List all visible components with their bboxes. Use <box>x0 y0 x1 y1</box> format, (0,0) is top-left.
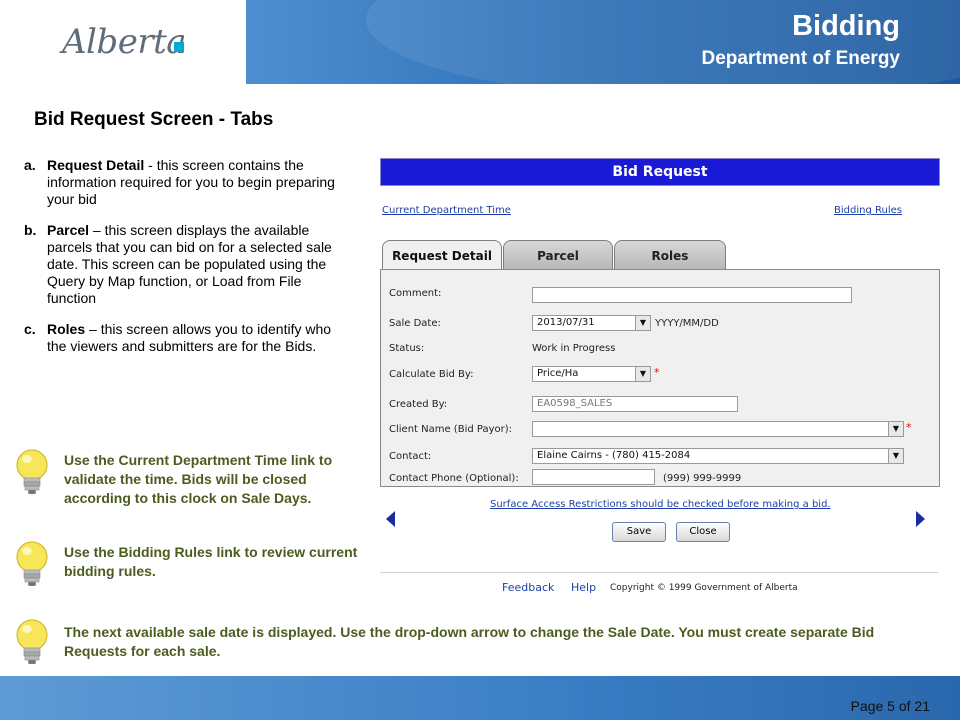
current-department-time-link[interactable]: Current Department Time <box>382 205 511 216</box>
chevron-down-icon[interactable]: ▼ <box>635 367 650 381</box>
sale-date-select[interactable]: 2013/07/31 ▼ <box>532 315 651 331</box>
list-item: c. Roles – this screen allows you to ide… <box>24 321 354 355</box>
sale-date-value: 2013/07/31 <box>537 317 595 328</box>
created-by-label: Created By: <box>389 399 448 410</box>
contact-phone-label: Contact Phone (Optional): <box>389 473 519 484</box>
bid-request-screen: Bid Request Current Department Time Bidd… <box>380 158 940 598</box>
next-arrow-icon[interactable] <box>916 511 925 527</box>
save-button[interactable]: Save <box>612 522 666 542</box>
contact-label: Contact: <box>389 451 432 462</box>
tab-roles[interactable]: Roles <box>614 240 726 269</box>
list-letter: a. <box>24 157 36 173</box>
list-letter: b. <box>24 222 37 238</box>
tip-current-time: Use the Current Department Time link to … <box>64 452 333 506</box>
slide-header: Alberta Bidding Department of Energy <box>0 0 960 84</box>
tab-parcel[interactable]: Parcel <box>503 240 613 269</box>
calculate-bid-select[interactable]: Price/Ha ▼ <box>532 366 651 382</box>
list-item-name: Request Detail <box>47 157 145 173</box>
status-value: Work in Progress <box>532 343 616 354</box>
list-item: a. Request Detail - this screen contains… <box>24 157 354 208</box>
contact-phone-format: (999) 999-9999 <box>663 473 742 484</box>
chevron-down-icon[interactable]: ▼ <box>635 316 650 330</box>
required-mark: * <box>654 366 660 379</box>
previous-arrow-icon[interactable] <box>386 511 395 527</box>
help-link[interactable]: Help <box>571 581 596 594</box>
page-number: Page 5 of 21 <box>850 698 930 714</box>
calculate-bid-label: Calculate Bid By: <box>389 369 474 380</box>
comment-label: Comment: <box>389 288 442 299</box>
request-detail-form: Comment: Sale Date: 2013/07/31 ▼ YYYY/MM… <box>380 269 940 487</box>
footer-band <box>0 676 960 720</box>
list-letter: c. <box>24 321 36 337</box>
bid-request-title-bar: Bid Request <box>380 158 940 186</box>
chevron-down-icon[interactable]: ▼ <box>888 422 903 436</box>
header-title: Bidding <box>792 10 900 42</box>
sale-date-format: YYYY/MM/DD <box>655 318 719 329</box>
list-item-text: – this screen displays the available par… <box>47 222 332 306</box>
tip-sale-date: The next available sale date is displaye… <box>64 624 875 659</box>
calculate-bid-value: Price/Ha <box>537 368 579 379</box>
alberta-logo: Alberta <box>62 22 187 62</box>
client-name-label: Client Name (Bid Payor): <box>389 424 513 435</box>
list-item: b. Parcel – this screen displays the ava… <box>24 222 354 307</box>
feedback-link[interactable]: Feedback <box>502 581 554 594</box>
tab-strip: Request Detail Parcel Roles <box>380 240 940 271</box>
created-by-field: EA0598_SALES <box>532 396 738 412</box>
client-name-select[interactable]: ▼ <box>532 421 904 437</box>
header-subtitle: Department of Energy <box>701 48 900 69</box>
list-item-name: Parcel <box>47 222 90 238</box>
status-label: Status: <box>389 343 425 354</box>
tab-description-list: a. Request Detail - this screen contains… <box>24 157 354 369</box>
screen-divider <box>380 572 938 573</box>
lightbulb-icon <box>16 449 48 494</box>
slide-title: Bid Request Screen - Tabs <box>34 109 274 130</box>
contact-select[interactable]: Elaine Cairns - (780) 415-2084 ▼ <box>532 448 904 464</box>
tip-bidding-rules: Use the Bidding Rules link to review cur… <box>64 544 358 579</box>
tab-request-detail[interactable]: Request Detail <box>382 240 502 271</box>
copyright-text: Copyright © 1999 Government of Alberta <box>610 583 798 593</box>
comment-input[interactable] <box>532 287 852 303</box>
chevron-down-icon[interactable]: ▼ <box>888 449 903 463</box>
lightbulb-icon <box>16 541 48 586</box>
list-item-text: – this screen allows you to identify who… <box>47 321 332 354</box>
contact-value: Elaine Cairns - (780) 415-2084 <box>537 450 691 461</box>
sale-date-label: Sale Date: <box>389 318 441 329</box>
required-mark: * <box>906 421 912 434</box>
list-item-name: Roles <box>47 321 86 337</box>
close-button[interactable]: Close <box>676 522 730 542</box>
logo-square-icon <box>174 42 184 52</box>
lightbulb-icon <box>16 619 48 664</box>
logo-area: Alberta <box>0 0 246 84</box>
surface-access-link[interactable]: Surface Access Restrictions should be ch… <box>490 499 831 510</box>
bidding-rules-link[interactable]: Bidding Rules <box>834 205 902 216</box>
contact-phone-input[interactable] <box>532 469 655 485</box>
